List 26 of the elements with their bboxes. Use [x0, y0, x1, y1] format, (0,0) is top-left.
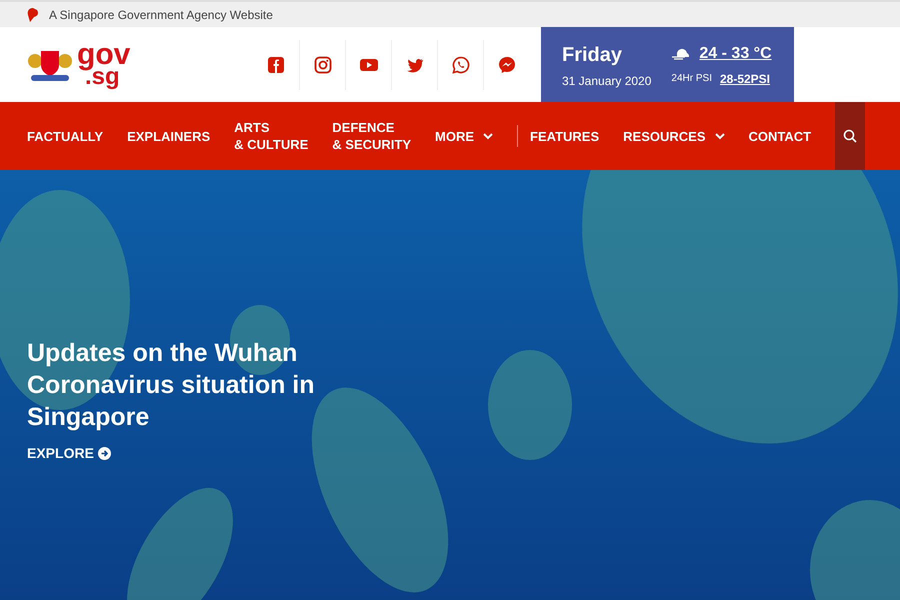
weather-day: Friday [562, 40, 652, 70]
nav-menu-item[interactable]: EXPLAINERS [127, 128, 210, 144]
temperature-link[interactable]: 24 - 33 °C [699, 42, 772, 66]
search-icon [843, 129, 858, 143]
facebook-icon [267, 56, 285, 74]
nav-menu-item[interactable]: MORE [435, 128, 494, 144]
nav-menu-item[interactable]: DEFENCE & SECURITY [332, 119, 412, 153]
messenger-icon [498, 56, 516, 74]
explore-link[interactable]: EXPLORE [27, 443, 347, 464]
chevron-down-icon [714, 132, 724, 140]
instagram-icon [314, 56, 332, 74]
arrow-circle-icon [98, 447, 111, 460]
nav-menu-item[interactable]: FACTUALLY [27, 128, 104, 144]
nav-menu-item[interactable]: CONTACT [748, 128, 812, 144]
nav-menu-item[interactable]: FEATURES [530, 128, 600, 144]
nav-menu-item[interactable]: RESOURCES [623, 128, 724, 144]
hero-title: Updates on the Wuhan Coronavirus situation in Singapore [27, 338, 316, 433]
psi-link[interactable]: 28-52PSI [720, 70, 770, 88]
lion-head-icon [27, 8, 39, 22]
psi-label: 24Hr PSI [671, 72, 712, 86]
weather-date: 31 January 2020 [562, 72, 652, 90]
chevron-down-icon [483, 132, 494, 140]
masthead-text: A Singapore Government Agency Website [49, 6, 273, 24]
search-button[interactable] [835, 102, 865, 170]
nav-menu-item[interactable]: ARTS & CULTURE [234, 119, 308, 153]
whatsapp-icon [452, 56, 470, 74]
